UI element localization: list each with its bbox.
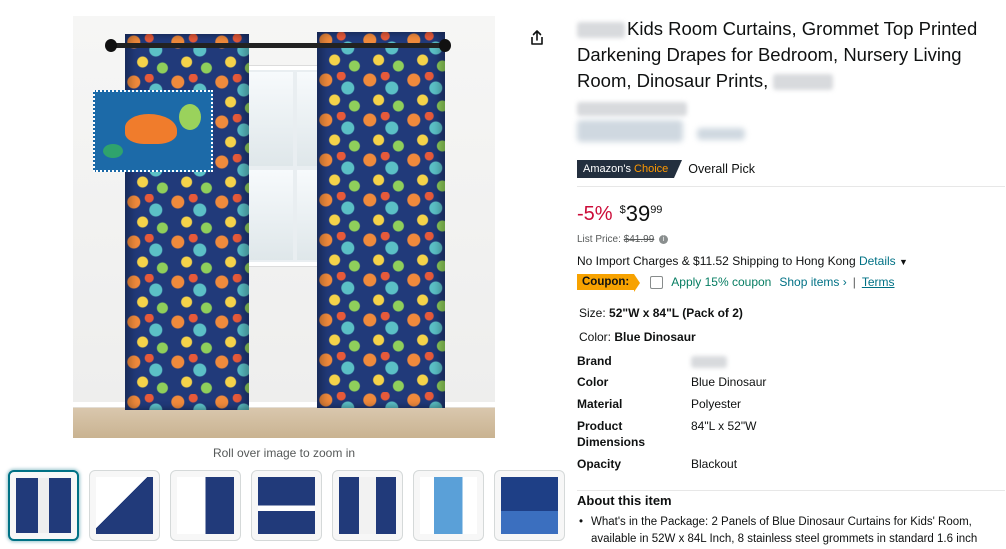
thumbnail-4[interactable] <box>251 470 322 541</box>
terms-link[interactable]: Terms <box>862 275 895 289</box>
list-price: List Price: $41.99 i <box>577 234 669 245</box>
spec-value-brand <box>691 353 727 369</box>
spec-label-brand: Brand <box>577 354 612 368</box>
shipping-text: No Import Charges & $11.52 Shipping to H… <box>577 254 856 268</box>
color-selection: Color: Blue Dinosaur <box>579 330 696 344</box>
zoom-hint: Roll over image to zoom in <box>212 446 356 460</box>
coupon-badge: Coupon: <box>577 274 641 292</box>
chevron-down-icon[interactable]: ▼ <box>899 257 908 267</box>
redacted-brand-value <box>691 355 727 368</box>
thumbnail-5[interactable] <box>332 470 403 541</box>
info-icon[interactable]: i <box>659 234 669 244</box>
fabric-detail-inset <box>93 90 213 172</box>
price-whole: 39 <box>625 201 651 226</box>
thumbnail-6[interactable] <box>413 470 484 541</box>
color-label: Color: <box>579 330 612 344</box>
rod-finial-right <box>439 39 451 52</box>
product-title[interactable]: Kids Room Curtains, Grommet Top Printed … <box>577 16 997 120</box>
rod-finial-left <box>105 39 117 52</box>
coupon-text[interactable]: Apply 15% coupon <box>671 275 771 289</box>
amazons-choice-badge[interactable]: Amazon's Choice <box>577 160 675 178</box>
redacted-brand <box>577 22 625 39</box>
thumbnail-strip <box>8 470 565 541</box>
curtain-rod <box>111 43 445 48</box>
shipping-details-link[interactable]: Details <box>859 254 896 268</box>
amazons-choice-row: Amazon's Choice Overall Pick <box>577 160 755 178</box>
coupon-row: Coupon: Apply 15% coupon Shop items › | … <box>577 274 895 292</box>
image-floor <box>73 408 495 438</box>
about-title: About this item <box>577 493 672 508</box>
size-selection: Size: 52"W x 84"L (Pack of 2) <box>579 306 743 320</box>
color-value: Blue Dinosaur <box>614 330 696 344</box>
price-row: -5% $ 39 99 <box>577 202 662 226</box>
product-details-panel: Kids Room Curtains, Grommet Top Printed … <box>577 16 1005 545</box>
curtain-panel-right <box>317 32 445 408</box>
overall-pick-label: Overall Pick <box>688 162 755 176</box>
discount-percent: -5% <box>577 203 613 225</box>
spec-label-color: Color <box>577 375 609 389</box>
thumbnail-7[interactable] <box>494 470 565 541</box>
about-bullet-1: What's in the Package: 2 Panels of Blue … <box>577 514 997 548</box>
spec-value-dimensions: 84"L x 52"W <box>691 419 757 433</box>
divider <box>577 490 1005 491</box>
thumbnail-3[interactable] <box>170 470 241 541</box>
main-product-image[interactable] <box>73 16 495 438</box>
redacted-rating <box>577 120 683 142</box>
share-icon[interactable] <box>528 29 546 47</box>
spec-label-opacity: Opacity <box>577 457 622 471</box>
thumbnail-1[interactable] <box>8 470 79 541</box>
size-value: 52"W x 84"L (Pack of 2) <box>609 306 743 320</box>
separator: | <box>852 275 856 289</box>
divider <box>577 186 1005 187</box>
price-fraction: 99 <box>650 204 663 216</box>
redacted-title-line <box>577 102 687 117</box>
shipping-info: No Import Charges & $11.52 Shipping to H… <box>577 254 908 268</box>
list-price-label: List Price: <box>577 234 621 245</box>
badge-prefix: Amazon's <box>583 163 631 175</box>
size-label: Size: <box>579 306 606 320</box>
spec-label-dimensions: Product Dimensions <box>577 419 646 449</box>
shop-items-link[interactable]: Shop items › <box>779 275 846 289</box>
redacted-rating-count <box>697 128 745 140</box>
list-price-value: $41.99 <box>623 234 655 245</box>
spec-value-material: Polyester <box>691 397 742 411</box>
redacted-title-tail <box>773 74 834 91</box>
thumbnail-2[interactable] <box>89 470 160 541</box>
spec-value-color: Blue Dinosaur <box>691 375 767 389</box>
spec-value-opacity: Blackout <box>691 457 738 471</box>
coupon-checkbox[interactable] <box>650 275 664 289</box>
spec-label-material: Material <box>577 397 623 411</box>
badge-choice: Choice <box>634 163 669 175</box>
